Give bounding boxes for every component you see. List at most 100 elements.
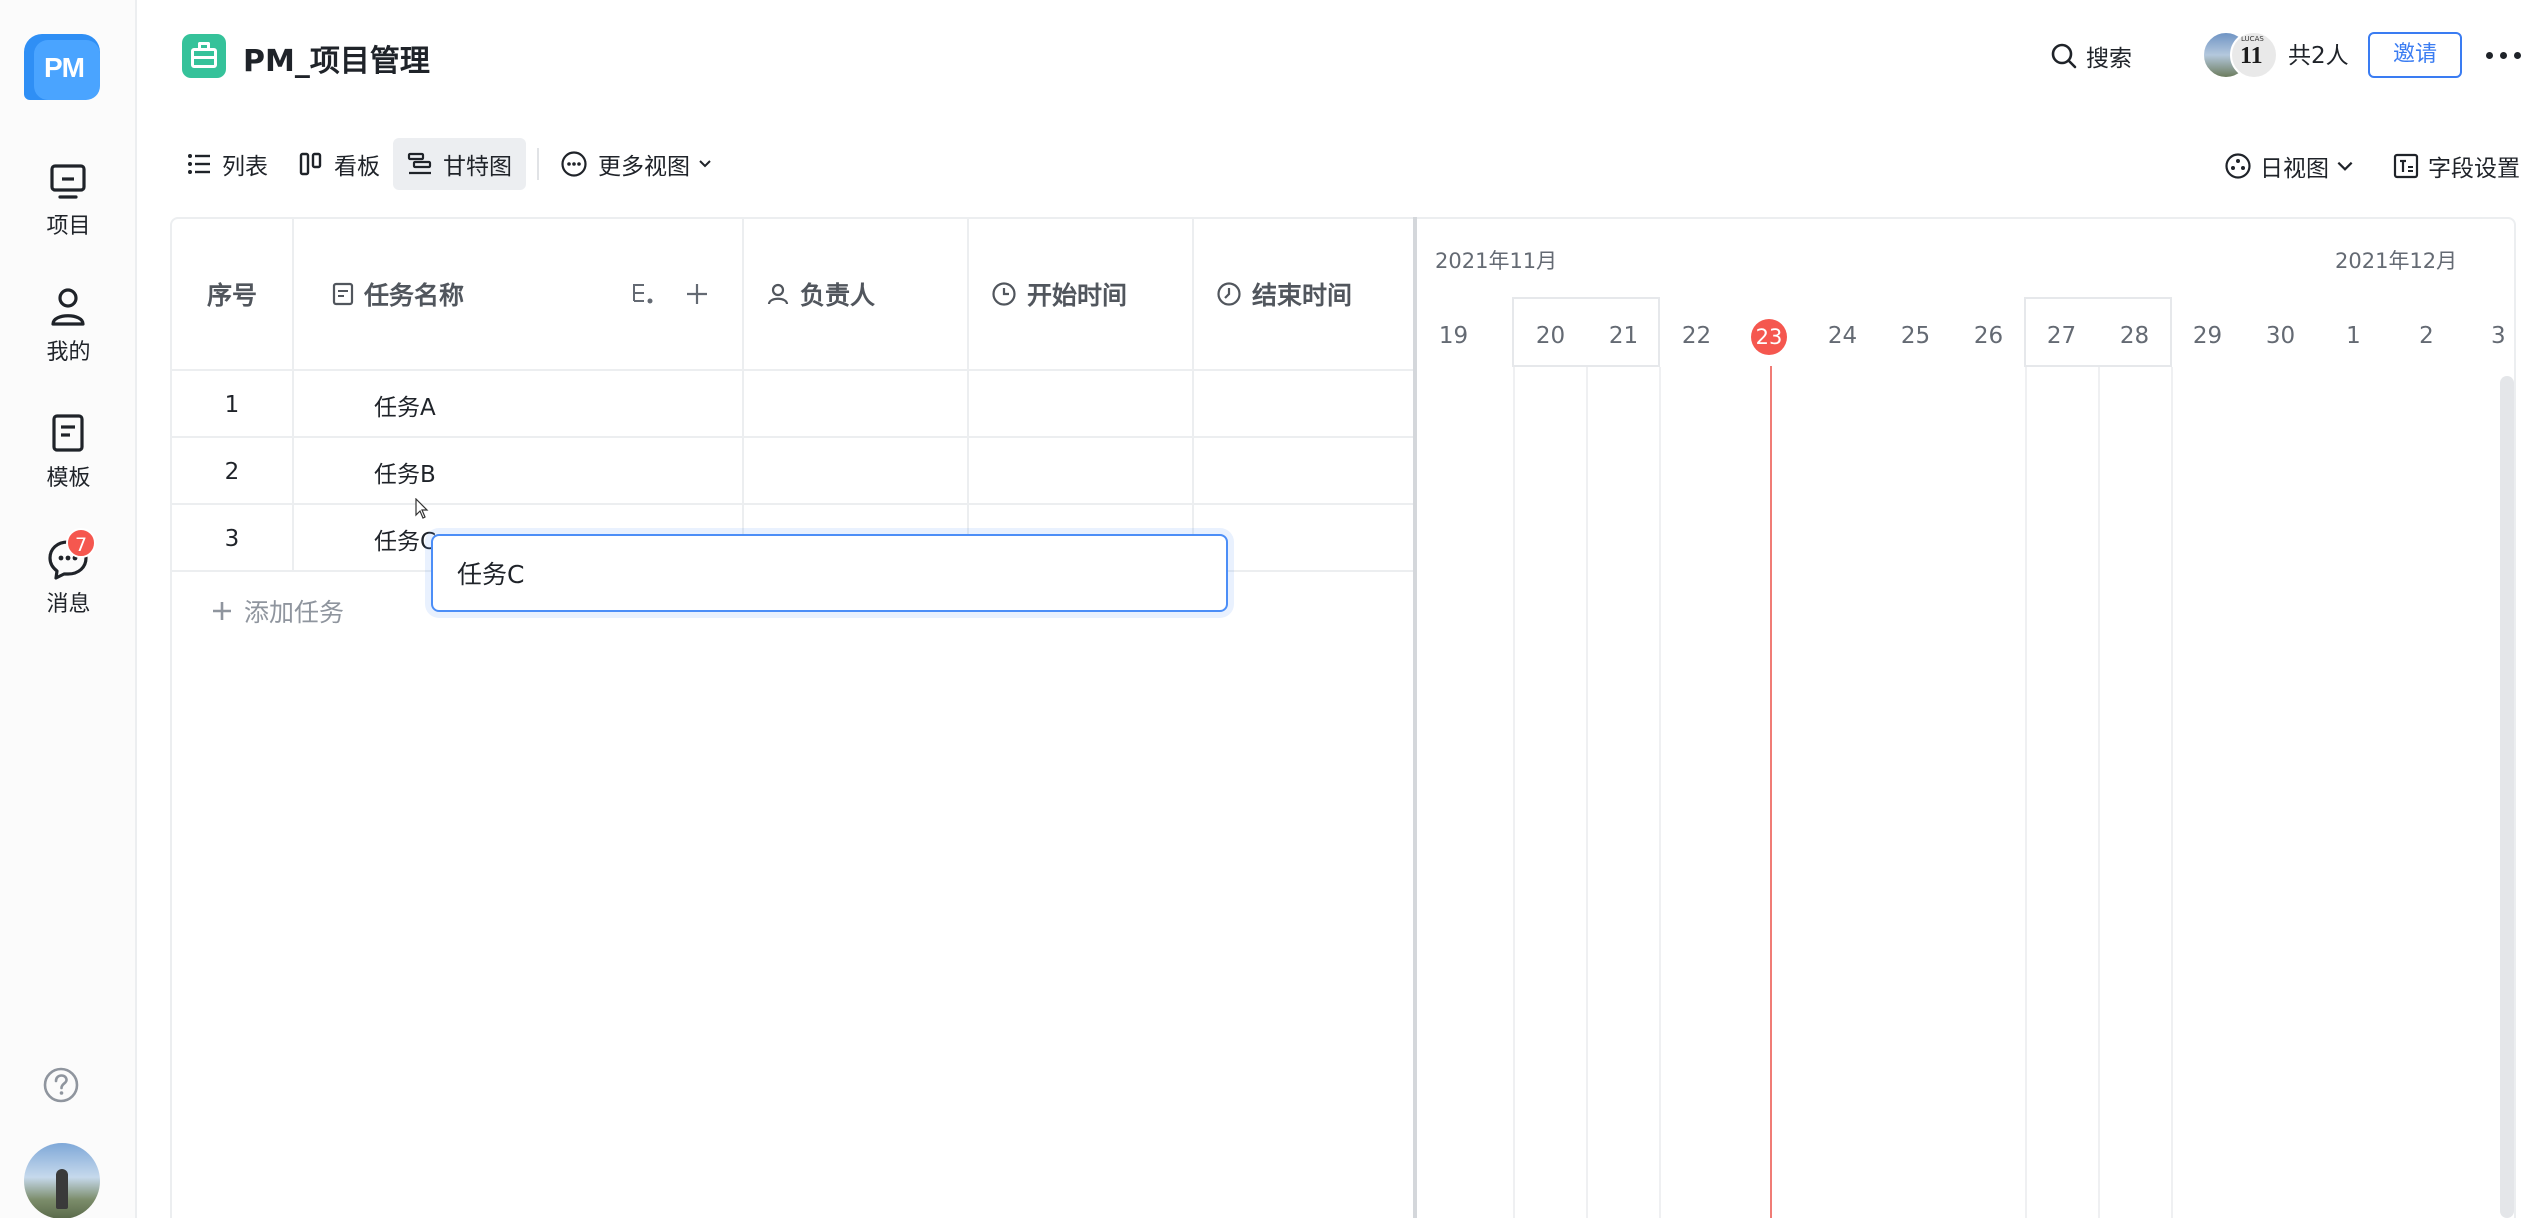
sidebar-item-mine[interactable]: 我的 [0,284,137,384]
day-label: 27 [2046,323,2077,349]
avatar-number: 11 [2240,43,2263,69]
today-indicator: 23 [1751,319,1787,355]
more-views-icon [561,151,587,177]
invite-button[interactable]: 邀请 [2368,32,2462,78]
row-index: 2 [172,438,294,505]
field-settings-label: 字段设置 [2428,156,2520,182]
project-icon [182,34,226,78]
column-header-label: 序号 [206,281,257,310]
subtask-icon[interactable] [630,281,656,307]
sidebar-item-templates[interactable]: 模板 [0,410,137,510]
column-header-task-name[interactable]: 任务名称 [294,219,744,371]
table-row[interactable]: 2 任务B [172,438,1415,505]
plus-icon [213,602,231,620]
chevron-down-icon [2337,161,2353,171]
list-icon [188,154,210,174]
grid-line [1586,367,1588,1218]
add-task-button[interactable]: 添加任务 [210,591,344,631]
search-icon [2051,43,2077,69]
tab-label: 列表 [222,154,268,180]
day-label: 1 [2346,323,2361,349]
app-logo[interactable]: PM [24,34,100,100]
field-settings-icon [2393,153,2419,179]
search-button[interactable]: 搜索 [2050,36,2132,76]
start-time-cell[interactable] [969,371,1194,438]
user-icon [767,283,789,305]
day-label: 25 [1900,323,1931,349]
member-count[interactable]: 共2人 [2288,36,2349,70]
day-label: 20 [1535,323,1566,349]
sidebar-item-label: 我的 [46,340,91,365]
assignee-cell[interactable] [744,438,969,505]
help-icon[interactable] [42,1066,80,1104]
grid-line [2098,367,2100,1218]
month-label: 2021年11月 [1435,249,1558,273]
edit-input-value: 任务C [457,560,525,589]
table-row[interactable]: 1 任务A [172,371,1415,438]
task-name-edit-input[interactable]: 任务C [431,534,1228,612]
app-logo-text: PM [44,52,85,83]
member-avatars[interactable]: LUCAS 11 [2202,31,2282,79]
column-header-label: 开始时间 [1027,281,1128,310]
sidebar-item-label: 消息 [46,592,91,617]
project-title: PM_项目管理 [243,44,430,79]
day-label: 2 [2419,323,2434,349]
task-name-cell[interactable]: 任务B [294,438,744,505]
today-line [1770,366,1772,1218]
grid-line [1659,367,1661,1218]
column-header-assignee[interactable]: 负责人 [744,219,969,371]
field-settings-button[interactable]: 字段设置 [2392,146,2520,186]
mouse-cursor-icon [415,498,429,519]
end-time-cell[interactable] [1194,371,1415,438]
start-time-cell[interactable] [969,438,1194,505]
toolbar-divider [537,148,539,180]
grid-line [2171,367,2173,1218]
search-label: 搜索 [2086,46,2132,72]
end-time-cell[interactable] [1194,438,1415,505]
row-index: 1 [172,371,294,438]
vertical-scrollbar[interactable] [2500,376,2514,1218]
column-header-label: 任务名称 [364,281,465,310]
column-header-start-time[interactable]: 开始时间 [969,219,1194,371]
kanban-icon [299,152,322,176]
tab-kanban[interactable]: 看板 [284,138,394,190]
grid-line [2025,367,2027,1218]
monitor-icon [50,164,86,199]
day-view-selector[interactable]: 日视图 [2224,146,2355,186]
task-table: 序号 任务名称 负责人 开始时间 结束时间 1 任务A 2 任务B 3 任务C … [170,217,1415,1218]
day-label: 21 [1608,323,1639,349]
sidebar-item-label: 项目 [46,214,91,239]
tab-gantt[interactable]: 甘特图 [393,138,526,190]
column-header-label: 负责人 [800,281,876,310]
clock-icon [992,282,1016,306]
sidebar-item-messages[interactable]: 7 消息 [0,528,137,636]
assignee-cell[interactable] [744,371,969,438]
task-name-cell[interactable]: 任务A [294,371,744,438]
chevron-down-icon [699,160,711,168]
month-label: 2021年12月 [2335,249,2458,273]
gantt-icon [407,152,432,175]
tab-more-views[interactable]: 更多视图 [546,138,728,190]
day-label: 30 [2265,323,2296,349]
day-view-label: 日视图 [2260,156,2329,182]
tab-label: 甘特图 [443,154,512,180]
view-scale-icon [2225,153,2251,179]
column-header-end-time[interactable]: 结束时间 [1194,219,1415,371]
day-label: 3 [2491,323,2506,349]
sidebar-item-projects[interactable]: 项目 [0,158,137,258]
column-header-index[interactable]: 序号 [172,219,294,371]
day-label: 29 [2192,323,2223,349]
clock-end-icon [1217,282,1241,306]
unread-badge: 7 [66,528,96,558]
member-avatar: LUCAS 11 [2230,31,2278,79]
more-options-icon[interactable] [2484,40,2524,70]
day-label: 24 [1827,323,1858,349]
document-icon [332,282,354,306]
column-header-label: 结束时间 [1252,281,1353,310]
tab-list[interactable]: 列表 [172,138,282,190]
add-column-icon[interactable] [684,281,710,307]
day-label: 28 [2119,323,2150,349]
user-avatar[interactable] [24,1143,100,1218]
grid-line [1513,367,1515,1218]
avatar-caption: LUCAS [2241,35,2264,43]
